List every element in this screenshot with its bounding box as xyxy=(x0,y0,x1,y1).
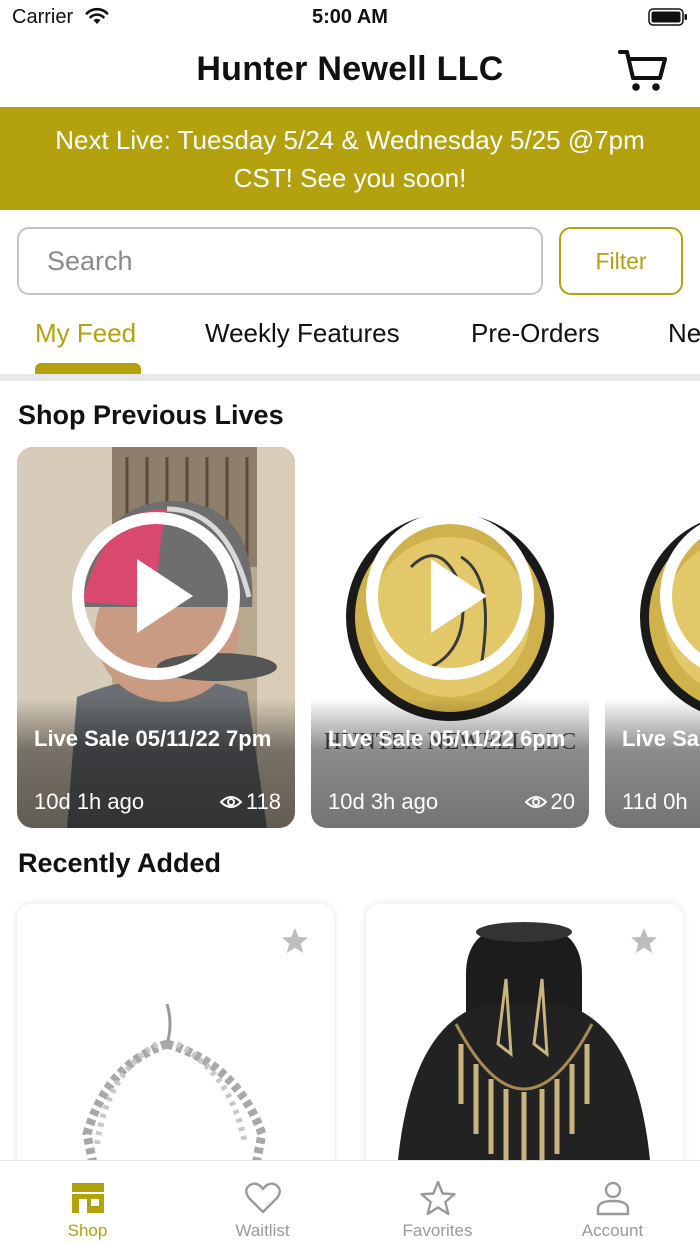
favorite-star-icon[interactable] xyxy=(280,926,310,956)
battery-icon xyxy=(648,8,687,26)
tab-weekly-features[interactable]: Weekly Features xyxy=(205,318,400,349)
play-icon[interactable] xyxy=(365,511,535,681)
banner-text: Next Live: Tuesday 5/24 & Wednesday 5/25… xyxy=(55,124,645,193)
live-time-ago: 11d 0h xyxy=(622,789,688,814)
star-icon xyxy=(420,1180,456,1216)
status-time: 5:00 AM xyxy=(312,6,388,28)
live-time-ago: 10d 3h ago xyxy=(328,789,439,814)
live-view-count: 20 xyxy=(524,789,575,815)
eye-icon xyxy=(219,796,242,808)
view-count: 20 xyxy=(550,789,575,814)
tab-pre-orders[interactable]: Pre-Orders xyxy=(471,318,600,349)
live-title: Live Sa 7pm xyxy=(622,726,700,751)
live-card[interactable]: Live Sa 7pm 11d 0h xyxy=(605,447,700,828)
heart-icon xyxy=(245,1182,281,1214)
nav-label: Account xyxy=(581,1221,644,1240)
previous-lives-carousel[interactable]: Live Sale 05/11/22 7pm 10d 1h ago 118 HU… xyxy=(0,447,700,829)
live-title: Live Sale 05/11/22 7pm xyxy=(34,726,272,751)
eye-icon xyxy=(524,796,547,808)
nav-waitlist[interactable]: Waitlist xyxy=(175,1161,350,1244)
store-title: Hunter Newell LLC xyxy=(196,50,504,88)
play-icon[interactable] xyxy=(71,511,241,681)
live-card[interactable]: HUNTER NEWELL LLC Live Sale 05/11/22 6pm… xyxy=(311,447,589,828)
section-title-recently-added: Recently Added xyxy=(18,848,222,878)
live-card[interactable]: Live Sale 05/11/22 7pm 10d 1h ago 118 xyxy=(17,447,295,828)
nav-label: Shop xyxy=(67,1221,108,1240)
tab-new[interactable]: Ne xyxy=(668,318,700,349)
next-live-banner: Next Live: Tuesday 5/24 & Wednesday 5/25… xyxy=(0,107,700,210)
live-time-ago: 10d 1h ago xyxy=(34,789,145,814)
product-card[interactable] xyxy=(366,904,683,1184)
account-icon xyxy=(596,1181,630,1216)
nav-label: Favorites xyxy=(402,1221,473,1240)
nav-label: Waitlist xyxy=(235,1221,290,1240)
nav-favorites[interactable]: Favorites xyxy=(350,1161,525,1244)
app-header: Hunter Newell LLC xyxy=(0,36,700,106)
nav-account[interactable]: Account xyxy=(525,1161,700,1244)
favorite-star-icon[interactable] xyxy=(629,926,659,956)
bottom-tab-bar: Shop Waitlist Favorites Account xyxy=(0,1160,700,1244)
search-input[interactable]: Search xyxy=(17,227,543,295)
search-placeholder: Search xyxy=(47,246,133,276)
product-card[interactable] xyxy=(17,904,334,1184)
live-title: Live Sale 05/11/22 6pm xyxy=(328,726,566,751)
tab-my-feed[interactable]: My Feed xyxy=(35,318,136,349)
nav-shop[interactable]: Shop xyxy=(0,1161,175,1244)
status-bar: Carrier 5:00 AM xyxy=(0,0,700,36)
filter-button[interactable]: Filter xyxy=(559,227,683,295)
tabs-divider xyxy=(0,374,700,381)
view-count: 118 xyxy=(245,789,281,814)
active-tab-indicator xyxy=(35,363,141,374)
play-icon[interactable] xyxy=(659,511,700,681)
shop-icon xyxy=(72,1183,104,1213)
section-title-previous-lives: Shop Previous Lives xyxy=(18,400,284,430)
live-view-count: 118 xyxy=(219,789,281,815)
feed-tabs: My Feed Weekly Features Pre-Orders Ne xyxy=(0,310,700,374)
cart-icon[interactable] xyxy=(618,48,668,94)
